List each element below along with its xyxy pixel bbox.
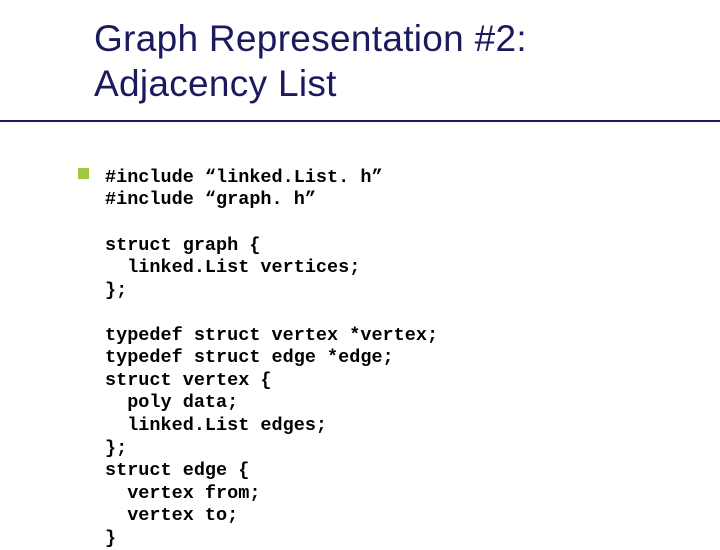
slide-content: Graph Representation #2: Adjacency List …	[0, 0, 720, 550]
code-block: #include “linked.List. h” #include “grap…	[0, 144, 720, 550]
code-line: typedef struct vertex *vertex;	[105, 325, 438, 346]
code-line: struct vertex {	[105, 370, 272, 391]
code-line: struct edge {	[105, 460, 249, 481]
title-block: Graph Representation #2: Adjacency List	[0, 16, 720, 122]
code-line: }	[105, 528, 116, 549]
title-line-2: Adjacency List	[94, 61, 720, 106]
code-line: vertex from;	[105, 483, 260, 504]
code-line: struct graph {	[105, 235, 260, 256]
code-line: typedef struct edge *edge;	[105, 347, 394, 368]
code-line: #include “linked.List. h”	[105, 167, 383, 188]
bullet-icon	[78, 168, 89, 179]
code-line: };	[105, 438, 127, 459]
code-line: #include “graph. h”	[105, 189, 316, 210]
code-line: poly data;	[105, 392, 238, 413]
code-line: linked.List edges;	[105, 415, 327, 436]
code-line: };	[105, 280, 127, 301]
code-line: vertex to;	[105, 505, 238, 526]
code-line: linked.List vertices;	[105, 257, 360, 278]
title-line-1: Graph Representation #2:	[94, 16, 720, 61]
